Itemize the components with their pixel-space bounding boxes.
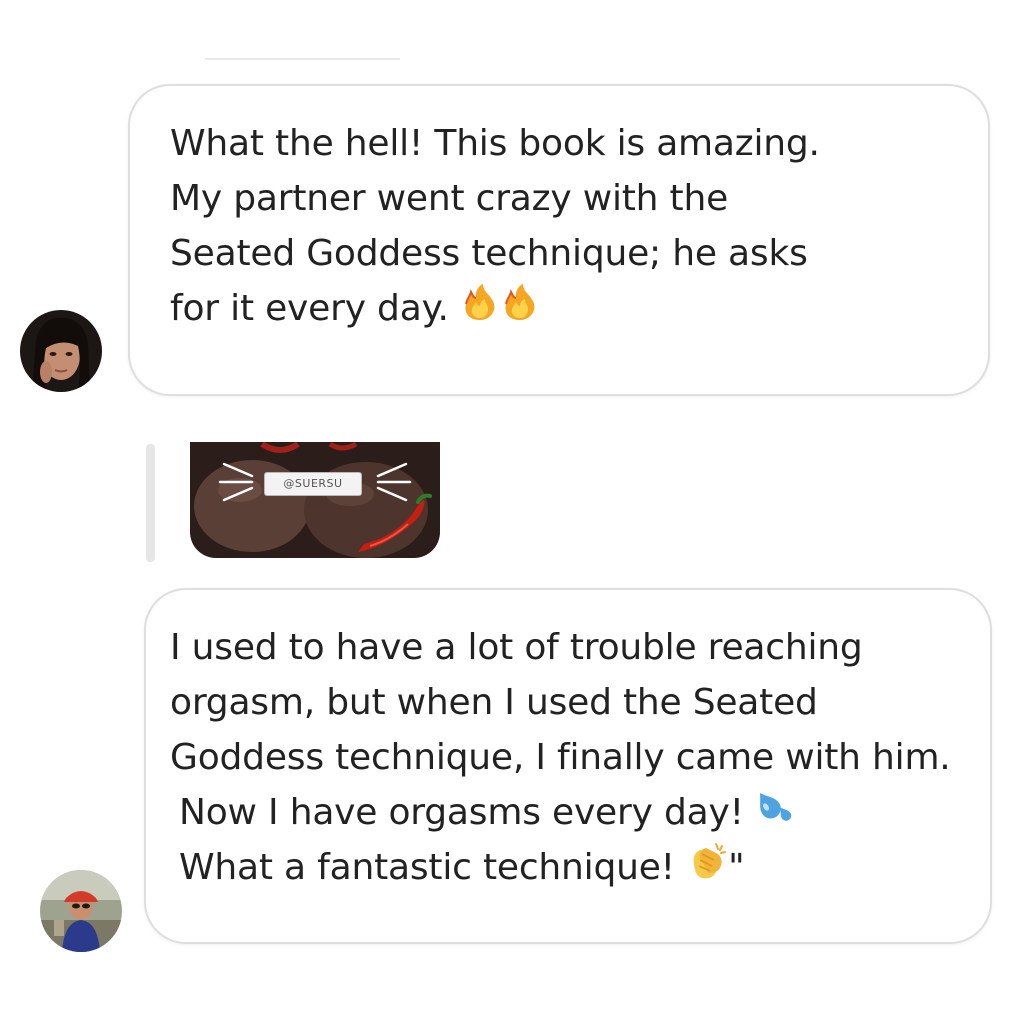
message-line: Now I have orgasms every day!	[170, 785, 951, 840]
message-line-last: for it every day.	[170, 281, 820, 336]
fire-icon	[500, 282, 540, 338]
reply-indicator	[146, 444, 155, 562]
message-line: My partner went crazy with the	[170, 178, 729, 219]
message-line: I used to have a lot of trouble reaching	[170, 627, 863, 668]
message-line: Goddess technique, I finally came with h…	[170, 737, 951, 778]
message-bubble[interactable]: What the hell! This book is amazing. My …	[128, 84, 990, 396]
closing-quote: "	[728, 847, 745, 888]
message-text: What the hell! This book is amazing. My …	[170, 116, 820, 336]
message-line: Seated Goddess technique; he asks	[170, 233, 808, 274]
clapping-hands-icon	[686, 840, 728, 898]
message-line: What a fantastic technique! "	[170, 840, 951, 895]
sticker-image[interactable]: @SUERSU	[190, 442, 440, 558]
message-line-text: Now I have orgasms every day!	[179, 792, 744, 833]
message-line-text: What a fantastic technique!	[179, 847, 675, 888]
message-text: I used to have a lot of trouble reaching…	[170, 620, 951, 895]
message-line-text: for it every day.	[170, 288, 449, 329]
avatar[interactable]	[40, 870, 122, 952]
sticker-label: @SUERSU	[264, 472, 362, 496]
message-bubble[interactable]: I used to have a lot of trouble reaching…	[144, 588, 992, 944]
fire-icon	[460, 282, 500, 338]
divider-line	[205, 58, 400, 60]
sweat-droplets-icon	[755, 787, 793, 842]
avatar[interactable]	[20, 310, 102, 392]
message-line: orgasm, but when I used the Seated	[170, 682, 818, 723]
message-line: What the hell! This book is amazing.	[170, 123, 820, 164]
